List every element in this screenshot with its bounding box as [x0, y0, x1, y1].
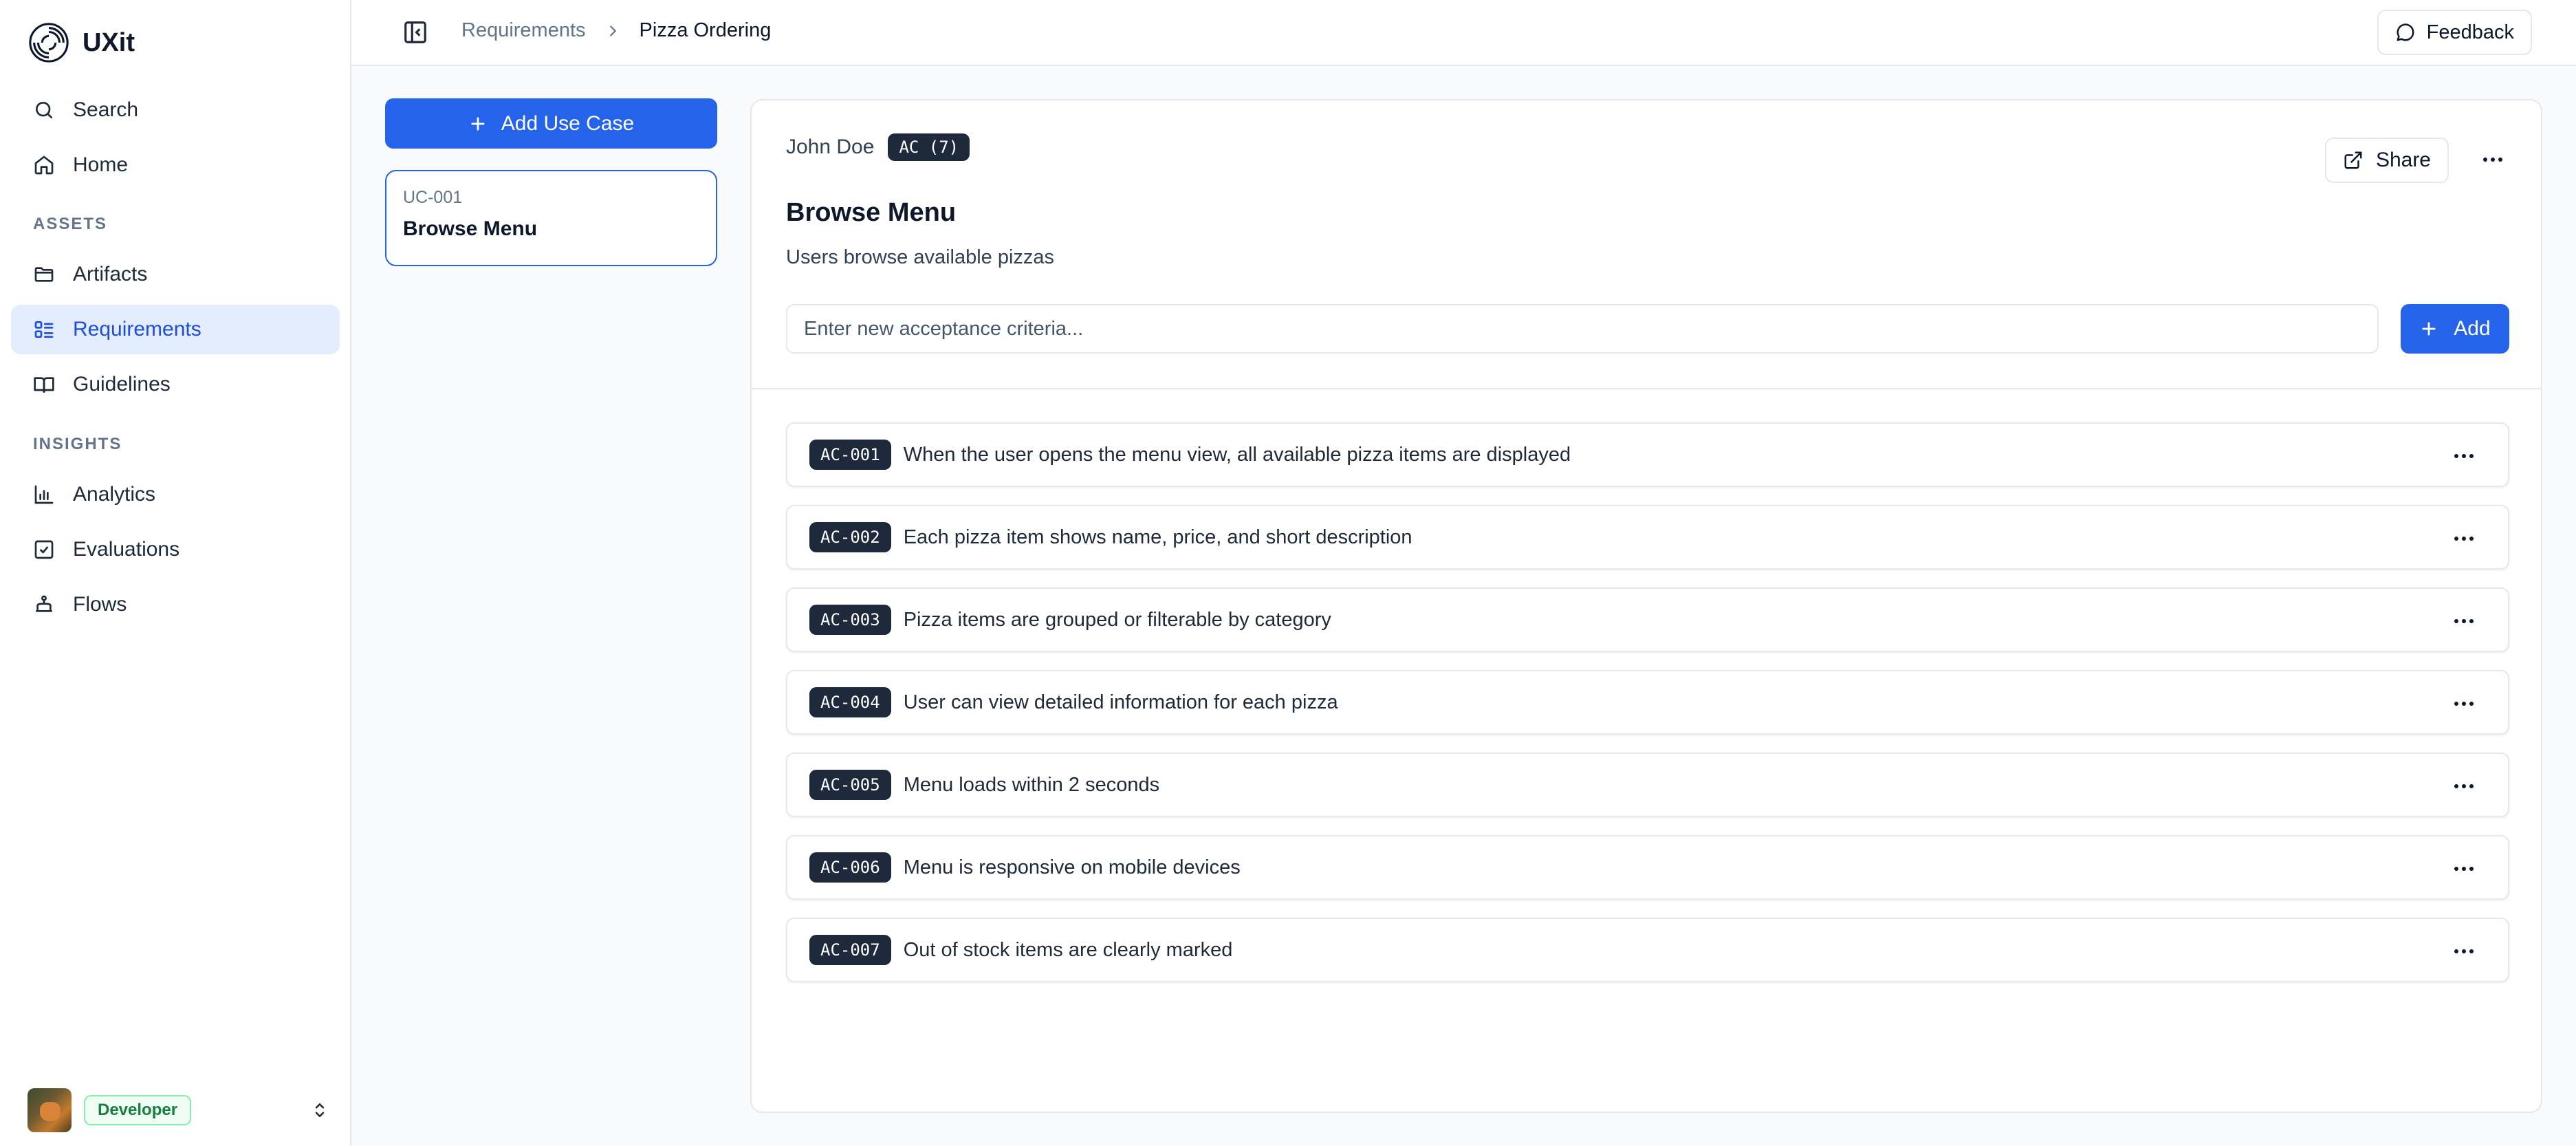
- criteria-id: AC-003: [809, 605, 891, 635]
- list-icon: [34, 321, 54, 338]
- sidebar-item-label: Evaluations: [73, 538, 180, 561]
- criteria-id: AC-005: [809, 770, 891, 800]
- criteria-id: AC-004: [809, 687, 891, 717]
- criteria-text: Out of stock items are clearly marked: [903, 938, 1233, 961]
- criteria-list: AC-001 When the user opens the menu view…: [786, 422, 2509, 1000]
- criteria-text: Pizza items are grouped or filterable by…: [903, 608, 1331, 631]
- criteria-text: Each pizza item shows name, price, and s…: [903, 526, 1412, 548]
- sidebar-item-label: Flows: [73, 593, 127, 616]
- criteria-row[interactable]: AC-003 Pizza items are grouped or filter…: [786, 587, 2509, 652]
- acceptance-criteria-input[interactable]: [786, 304, 2379, 354]
- home-icon: [34, 155, 54, 175]
- criteria-row[interactable]: AC-002 Each pizza item shows name, price…: [786, 505, 2509, 570]
- sidebar-item-evaluations[interactable]: Evaluations: [11, 525, 340, 574]
- row-more-icon[interactable]: [2450, 772, 2478, 800]
- use-case-title: Browse Menu: [403, 217, 538, 240]
- section-label-assets: ASSETS: [33, 215, 108, 233]
- use-case-description: Users browse available pizzas: [786, 246, 1055, 268]
- author-name: John Doe: [786, 136, 875, 158]
- workflow-icon: [36, 595, 52, 612]
- criteria-id: AC-007: [809, 935, 891, 965]
- row-more-icon[interactable]: [2450, 690, 2478, 717]
- criteria-row[interactable]: AC-006 Menu is responsive on mobile devi…: [786, 835, 2509, 900]
- row-more-icon[interactable]: [2450, 442, 2478, 470]
- section-label-insights: INSIGHTS: [33, 435, 122, 453]
- plus-icon: [471, 116, 485, 131]
- feedback-label: Feedback: [2426, 21, 2514, 43]
- criteria-text: When the user opens the menu view, all a…: [903, 443, 1571, 466]
- sidebar-item-guidelines[interactable]: Guidelines: [11, 360, 340, 409]
- share-label: Share: [2375, 149, 2431, 171]
- bar-chart-icon: [34, 485, 54, 504]
- row-more-icon[interactable]: [2450, 607, 2478, 635]
- role-badge: Developer: [84, 1095, 192, 1125]
- more-options-icon[interactable]: [2479, 146, 2507, 173]
- brand[interactable]: UXit: [28, 21, 135, 65]
- sidebar-item-label: Requirements: [73, 318, 201, 340]
- external-link-icon: [2344, 151, 2362, 169]
- sidebar-item-requirements[interactable]: Requirements: [11, 305, 340, 354]
- logo-icon: [29, 23, 69, 63]
- use-case-id: UC-001: [403, 188, 463, 207]
- avatar: [28, 1088, 72, 1132]
- folder-icon: [34, 267, 54, 282]
- topbar: Requirements Pizza Ordering Feedback: [351, 0, 2576, 66]
- add-criteria-label: Add: [2454, 317, 2491, 340]
- feedback-button[interactable]: Feedback: [2377, 10, 2532, 55]
- criteria-row[interactable]: AC-001 When the user opens the menu view…: [786, 422, 2509, 487]
- sidebar: UXit Search Home ASSETS Artifacts Requir…: [0, 0, 351, 1146]
- book-icon: [34, 377, 54, 393]
- criteria-row[interactable]: AC-004 User can view detailed informatio…: [786, 670, 2509, 735]
- sidebar-item-label: Search: [73, 98, 139, 121]
- criteria-text: Menu loads within 2 seconds: [903, 773, 1160, 796]
- criteria-id: AC-002: [809, 522, 891, 552]
- user-menu[interactable]: Developer: [28, 1087, 330, 1134]
- add-use-case-button[interactable]: Add Use Case: [385, 98, 717, 149]
- sidebar-item-label: Analytics: [73, 483, 156, 506]
- sidebar-item-artifacts[interactable]: Artifacts: [11, 250, 340, 299]
- use-case-detail-title: Browse Menu: [786, 198, 957, 227]
- sidebar-item-search[interactable]: Search: [11, 85, 340, 135]
- criteria-row[interactable]: AC-007 Out of stock items are clearly ma…: [786, 918, 2509, 982]
- check-square-icon: [34, 540, 54, 559]
- author-row: John Doe AC (7): [786, 133, 970, 161]
- divider: [752, 388, 2541, 389]
- chevron-up-down-icon: [315, 1103, 325, 1117]
- criteria-text: Menu is responsive on mobile devices: [903, 856, 1241, 878]
- use-case-detail: John Doe AC (7) Share Browse Menu Users …: [750, 99, 2542, 1113]
- message-circle-icon: [2397, 23, 2414, 41]
- breadcrumb-current: Pizza Ordering: [639, 19, 772, 41]
- sidebar-item-label: Home: [73, 153, 129, 176]
- sidebar-toggle-icon[interactable]: [402, 19, 428, 45]
- sidebar-item-label: Guidelines: [73, 373, 171, 396]
- share-button[interactable]: Share: [2324, 138, 2449, 183]
- row-more-icon[interactable]: [2450, 855, 2478, 883]
- use-case-card[interactable]: UC-001 Browse Menu: [385, 170, 717, 266]
- criteria-id: AC-001: [809, 440, 891, 470]
- sidebar-item-home[interactable]: Home: [11, 140, 340, 190]
- breadcrumb: Requirements Pizza Ordering: [461, 19, 771, 42]
- row-more-icon[interactable]: [2450, 525, 2478, 552]
- add-criteria-button[interactable]: Add: [2401, 304, 2509, 354]
- criteria-id: AC-006: [809, 852, 891, 883]
- sidebar-item-analytics[interactable]: Analytics: [11, 470, 340, 519]
- app-name: UXit: [83, 28, 135, 57]
- sidebar-item-flows[interactable]: Flows: [11, 580, 340, 629]
- criteria-text: User can view detailed information for e…: [903, 691, 1338, 713]
- criteria-row[interactable]: AC-005 Menu loads within 2 seconds: [786, 753, 2509, 817]
- search-icon: [36, 102, 52, 118]
- plus-icon: [2422, 322, 2436, 336]
- ac-count-badge: AC (7): [888, 133, 970, 161]
- row-more-icon[interactable]: [2450, 938, 2478, 965]
- chevron-right-icon: [609, 25, 616, 36]
- sidebar-item-label: Artifacts: [73, 263, 148, 285]
- add-use-case-label: Add Use Case: [501, 111, 635, 135]
- breadcrumb-requirements[interactable]: Requirements: [461, 19, 586, 42]
